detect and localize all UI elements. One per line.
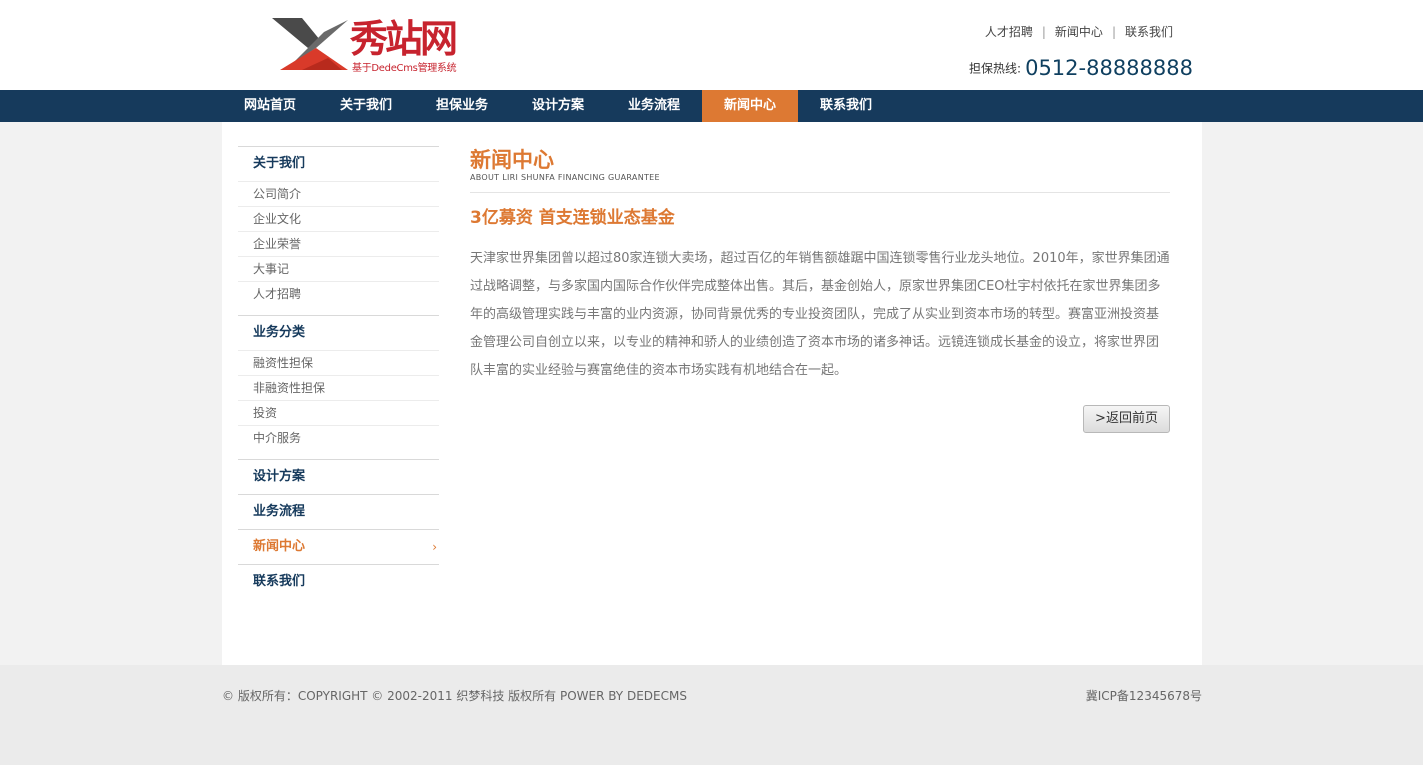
article-body: 天津家世界集团曾以超过80家连锁大卖场，超过百亿的年销售额雄踞中国连锁零售行业龙…	[470, 251, 1170, 378]
hotline: 担保热线: 0512-88888888	[969, 56, 1193, 80]
nav-item[interactable]: 业务流程	[606, 90, 702, 122]
site-footer: © 版权所有：COPYRIGHT © 2002-2011 织梦科技 版权所有 P…	[0, 665, 1423, 765]
sidebar-group-label: 业务流程	[253, 504, 306, 519]
sidebar-subitem[interactable]: 公司简介	[238, 181, 439, 206]
sidebar-group-title[interactable]: 关于我们	[238, 147, 439, 181]
nav-item[interactable]: 担保业务	[414, 90, 510, 122]
section-title: 新闻中心	[470, 148, 554, 172]
sidebar-subitem[interactable]: 企业荣誉	[238, 231, 439, 256]
footer-icp[interactable]: 冀ICP备12345678号	[1086, 687, 1202, 704]
nav-item[interactable]: 网站首页	[222, 90, 318, 122]
top-link-news[interactable]: 新闻中心	[1055, 25, 1103, 39]
article-title: 3亿募资 首支连锁业态基金	[470, 208, 675, 228]
logo-mark-icon	[272, 18, 348, 70]
sidebar-group-title[interactable]: 设计方案	[238, 460, 439, 494]
section-subtitle-en: ABOUT LIRI SHUNFA FINANCING GUARANTEE	[470, 173, 660, 182]
logo-subtitle: 基于DedeCms管理系统	[352, 63, 457, 74]
sidebar-group-label: 设计方案	[253, 469, 306, 484]
main-content-area: 关于我们公司简介 企业文化 企业荣誉 大事记 人才招聘业务分类融资性担保 非融资性担保 投资…	[222, 122, 1202, 665]
sidebar-subitem[interactable]: 中介服务	[238, 425, 439, 450]
top-link-jobs[interactable]: 人才招聘	[985, 25, 1033, 39]
nav-item[interactable]: 新闻中心	[702, 90, 798, 122]
site-logo[interactable]: 秀站网 基于DedeCms管理系统	[272, 16, 472, 74]
nav-item[interactable]: 设计方案	[510, 90, 606, 122]
sidebar-group: 关于我们公司简介 企业文化 企业荣誉 大事记 人才招聘	[238, 146, 439, 315]
site-header: 秀站网 基于DedeCms管理系统 人才招聘 | 新闻中心 | 联系我们 担保热线: 05…	[0, 0, 1423, 90]
sidebar-group: 业务流程	[238, 494, 439, 529]
sidebar-subitem[interactable]: 投资	[238, 400, 439, 425]
sidebar-group-title[interactable]: 业务流程	[238, 495, 439, 529]
hotline-number: 0512-88888888	[1025, 56, 1193, 80]
separator: |	[1041, 25, 1046, 39]
sidebar-subitem[interactable]: 大事记	[238, 256, 439, 281]
sidebar-subitem[interactable]: 人才招聘	[238, 281, 439, 306]
sidebar-group-title[interactable]: 联系我们	[238, 565, 439, 599]
nav-item[interactable]: 关于我们	[318, 90, 414, 122]
sidebar-group-title[interactable]: 新闻中心 ›	[238, 530, 439, 564]
chevron-right-icon: ›	[432, 540, 437, 554]
back-button-label: 返回前页	[1105, 411, 1158, 426]
article-content: 新闻中心 ABOUT LIRI SHUNFA FINANCING GUARANT…	[470, 146, 1170, 433]
main-nav: 网站首页 关于我们 担保业务 设计方案 业务流程 新闻中心 联系我们	[0, 90, 1423, 122]
nav-item[interactable]: 联系我们	[798, 90, 894, 122]
footer-copyright: © 版权所有：COPYRIGHT © 2002-2011 织梦科技 版权所有 P…	[222, 689, 687, 703]
sidebar: 关于我们公司简介 企业文化 企业荣誉 大事记 人才招聘业务分类融资性担保 非融资性担保 投资…	[238, 146, 439, 599]
top-link-contact[interactable]: 联系我们	[1125, 25, 1173, 39]
sidebar-group: 业务分类融资性担保 非融资性担保 投资 中介服务	[238, 315, 439, 459]
sidebar-subitem[interactable]: 企业文化	[238, 206, 439, 231]
sidebar-group-label: 联系我们	[253, 574, 306, 589]
sidebar-sublist: 融资性担保 非融资性担保 投资 中介服务	[238, 350, 439, 459]
sidebar-group: 设计方案	[238, 459, 439, 494]
chevron-right-icon: >	[1095, 411, 1106, 426]
sidebar-subitem[interactable]: 非融资性担保	[238, 375, 439, 400]
sidebar-group-label: 关于我们	[253, 156, 306, 171]
back-button[interactable]: >返回前页	[1083, 405, 1170, 433]
sidebar-subitem[interactable]: 融资性担保	[238, 350, 439, 375]
sidebar-group: 联系我们	[238, 564, 439, 599]
logo-text: 秀站网	[350, 16, 458, 61]
nav-items: 网站首页 关于我们 担保业务 设计方案 业务流程 新闻中心 联系我们	[222, 90, 894, 122]
sidebar-sublist: 公司简介 企业文化 企业荣誉 大事记 人才招聘	[238, 181, 439, 315]
sidebar-group-label: 新闻中心	[253, 539, 306, 554]
sidebar-group-label: 业务分类	[253, 325, 306, 340]
separator: |	[1111, 25, 1116, 39]
top-links: 人才招聘 | 新闻中心 | 联系我们	[985, 23, 1173, 40]
sidebar-group: 新闻中心 ›	[238, 529, 439, 564]
hotline-label: 担保热线:	[969, 61, 1022, 76]
divider	[470, 192, 1170, 193]
sidebar-group-title[interactable]: 业务分类	[238, 316, 439, 350]
